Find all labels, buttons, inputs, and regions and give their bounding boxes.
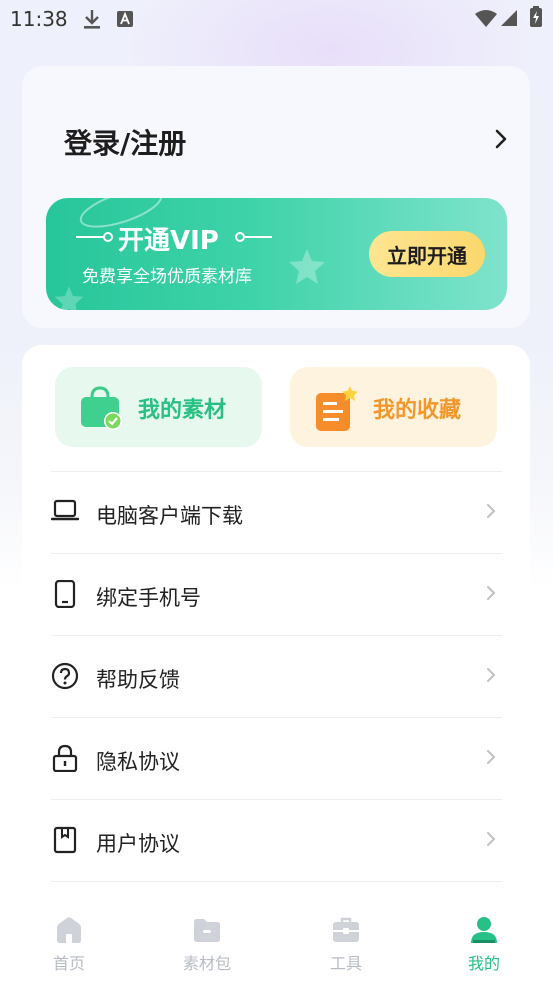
- vip-left-ornament-icon: [76, 232, 113, 242]
- menu-label: 电脑客户端下载: [96, 504, 243, 528]
- tab-home[interactable]: 首页: [19, 905, 119, 984]
- vip-right-ornament-icon: [235, 232, 272, 242]
- chevron-right-icon: [487, 586, 496, 600]
- chevron-right-icon[interactable]: [494, 128, 508, 150]
- chevron-right-icon: [487, 832, 496, 846]
- menu-label: 帮助反馈: [96, 668, 180, 692]
- bookmark-doc-icon: [53, 826, 77, 854]
- menu-item-help-feedback[interactable]: 帮助反馈: [51, 635, 502, 717]
- document-star-icon: [316, 386, 358, 431]
- user-icon: [471, 917, 497, 943]
- toolbox-icon: [333, 917, 359, 942]
- open-vip-button[interactable]: 立即开通: [369, 231, 485, 277]
- font-a-icon: [117, 11, 133, 27]
- my-materials-label: 我的素材: [138, 398, 227, 423]
- menu-list: 电脑客户端下载 绑定手机号 帮助反馈 隐私协议 用户协议: [51, 471, 502, 883]
- tab-label: 素材包: [182, 954, 231, 973]
- tab-tools[interactable]: 工具: [296, 905, 396, 984]
- menu-item-privacy[interactable]: 隐私协议: [51, 717, 502, 799]
- help-circle-icon: [51, 662, 79, 690]
- chevron-right-icon: [487, 750, 496, 764]
- bottom-tab-bar: 首页 素材包 工具 我的: [0, 905, 553, 984]
- menu-card: 我的素材 我的收藏 电脑客户端下载 绑定手机号 帮助反馈 隐私协议 用户协议: [22, 345, 530, 905]
- tab-label: 工具: [329, 954, 362, 973]
- menu-item-bind-phone[interactable]: 绑定手机号: [51, 553, 502, 635]
- chevron-right-icon: [487, 668, 496, 682]
- lock-icon: [52, 744, 78, 772]
- menu-label: 用户协议: [96, 832, 180, 856]
- shopping-bag-check-icon: [81, 386, 122, 430]
- star-decor-icon: [289, 249, 325, 284]
- my-favorites-button[interactable]: 我的收藏: [290, 367, 497, 447]
- phone-icon: [54, 580, 76, 608]
- menu-label: 绑定手机号: [96, 586, 201, 610]
- menu-item-pc-download[interactable]: 电脑客户端下载: [51, 471, 502, 553]
- login-card[interactable]: 登录/注册 开通VIP 免费享全场优质素材库 立即开通: [22, 66, 530, 328]
- status-time: 11:38: [10, 7, 68, 31]
- tab-label: 首页: [52, 954, 85, 973]
- star-decor-small-icon: [54, 286, 84, 310]
- chevron-right-icon: [487, 504, 496, 518]
- menu-divider: [51, 881, 502, 883]
- folder-icon: [194, 919, 220, 942]
- vip-title: 开通VIP: [118, 226, 219, 256]
- signal-icon: [501, 10, 517, 26]
- vip-banner[interactable]: 开通VIP 免费享全场优质素材库 立即开通: [46, 198, 507, 310]
- home-icon: [57, 917, 81, 943]
- my-favorites-label: 我的收藏: [373, 398, 462, 423]
- login-register-title[interactable]: 登录/注册: [64, 122, 186, 162]
- wifi-icon: [475, 10, 497, 27]
- tab-label: 我的: [467, 954, 500, 973]
- vip-subtitle: 免费享全场优质素材库: [82, 267, 252, 287]
- battery-icon: [530, 6, 542, 27]
- tab-material-pack[interactable]: 素材包: [157, 905, 257, 984]
- tab-mine[interactable]: 我的: [434, 905, 534, 984]
- download-icon: [84, 10, 100, 29]
- menu-item-user-agreement[interactable]: 用户协议: [51, 799, 502, 881]
- my-materials-button[interactable]: 我的素材: [55, 367, 262, 447]
- laptop-icon: [51, 499, 79, 521]
- status-bar: 11:38: [0, 0, 553, 36]
- menu-label: 隐私协议: [96, 750, 180, 774]
